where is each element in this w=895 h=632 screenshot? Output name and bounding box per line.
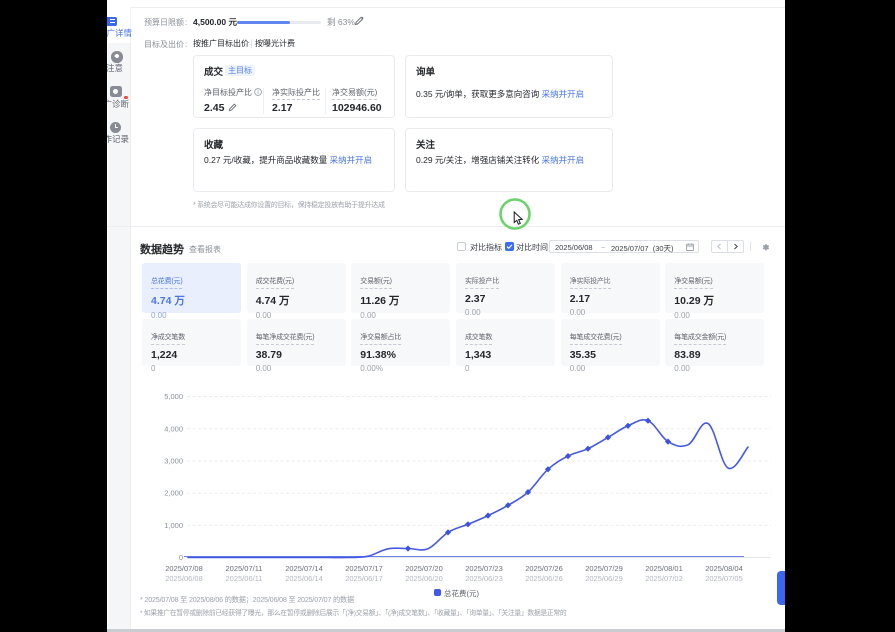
svg-text:2025/06/11: 2025/06/11 — [226, 574, 263, 583]
svg-text:2025/08/01: 2025/08/01 — [645, 564, 683, 573]
svg-text:2025/07/23: 2025/07/23 — [465, 564, 503, 573]
svg-text:3,000: 3,000 — [164, 457, 183, 466]
svg-text:2025/07/20: 2025/07/20 — [405, 564, 443, 573]
svg-text:2025/06/08: 2025/06/08 — [165, 574, 203, 583]
svg-text:2025/07/29: 2025/07/29 — [585, 564, 623, 573]
svg-text:2025/06/20: 2025/06/20 — [405, 574, 443, 583]
svg-text:2025/07/11: 2025/07/11 — [226, 564, 263, 573]
svg-text:1,000: 1,000 — [164, 521, 183, 530]
svg-text:2025/06/26: 2025/06/26 — [525, 574, 563, 583]
svg-text:2025/06/23: 2025/06/23 — [465, 574, 503, 583]
svg-text:2025/08/04: 2025/08/04 — [705, 564, 743, 573]
svg-text:0: 0 — [179, 553, 183, 562]
svg-text:2025/06/14: 2025/06/14 — [285, 574, 323, 583]
svg-text:5,000: 5,000 — [164, 392, 183, 401]
svg-text:2025/07/02: 2025/07/02 — [645, 574, 683, 583]
svg-text:2025/07/08: 2025/07/08 — [165, 564, 203, 573]
svg-text:2025/06/29: 2025/06/29 — [585, 574, 623, 583]
svg-text:2025/07/26: 2025/07/26 — [525, 564, 563, 573]
svg-text:2025/06/17: 2025/06/17 — [345, 574, 383, 583]
svg-text:2,000: 2,000 — [164, 489, 183, 498]
svg-text:4,000: 4,000 — [164, 424, 183, 433]
svg-text:2025/07/17: 2025/07/17 — [345, 564, 383, 573]
svg-text:2025/07/14: 2025/07/14 — [285, 564, 323, 573]
svg-text:2025/07/05: 2025/07/05 — [705, 574, 743, 583]
